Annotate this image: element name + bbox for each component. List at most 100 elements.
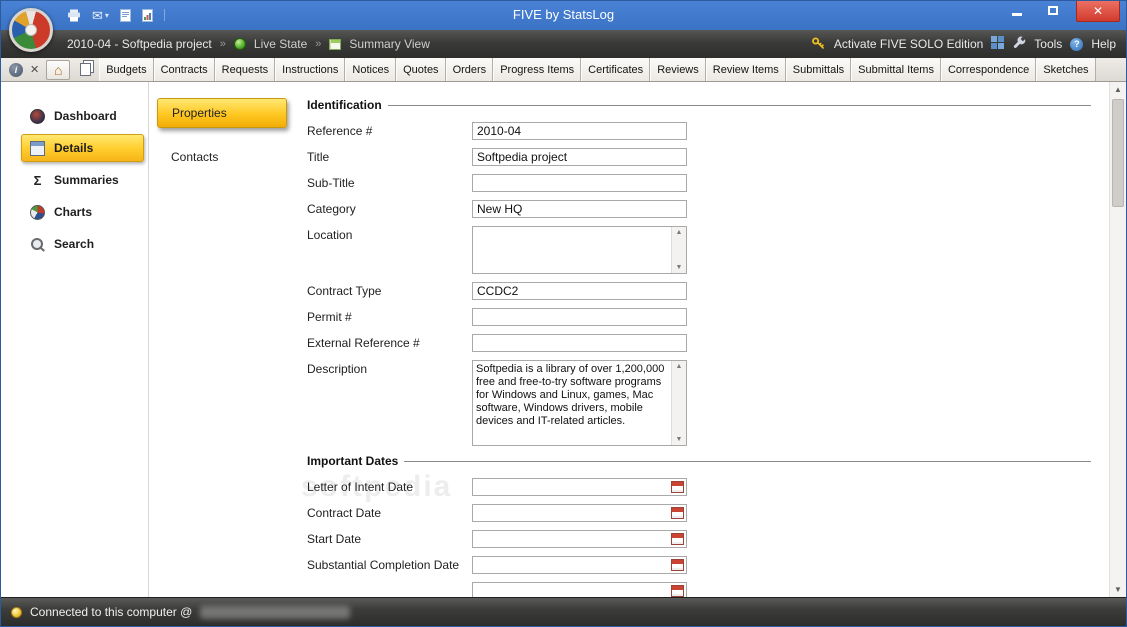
tab[interactable]: Certificates (581, 58, 651, 81)
tab[interactable]: Instructions (275, 58, 346, 81)
sidebar: Dashboard Details Σ Summaries Charts Sea… (1, 82, 149, 597)
vertical-scrollbar[interactable]: ▲ ▼ (1109, 82, 1126, 597)
calendar-icon[interactable] (671, 481, 684, 493)
textarea-scrollbar[interactable]: ▲ ▼ (671, 361, 686, 445)
section-divider (387, 105, 1091, 106)
sidebar-item-icon (30, 140, 45, 156)
scroll-up-icon[interactable]: ▲ (1110, 82, 1126, 97)
calendar-icon[interactable] (671, 533, 684, 545)
date-field (472, 582, 687, 597)
tab[interactable]: Contracts (153, 58, 215, 81)
print-icon[interactable] (67, 9, 81, 22)
email-icon[interactable]: ✉ ▾ (92, 9, 109, 22)
info-icon[interactable]: i (9, 62, 23, 77)
grid-icon[interactable] (991, 36, 1005, 52)
text-input[interactable] (472, 200, 687, 218)
text-input[interactable] (472, 334, 687, 352)
export-icon[interactable] (119, 8, 131, 22)
breadcrumb-project[interactable]: 2010-04 - Softpedia project (67, 37, 212, 51)
form-field-row: Letter of Intent Date (307, 478, 1091, 496)
date-input[interactable] (473, 480, 671, 494)
subnav-item[interactable]: Contacts (157, 142, 287, 172)
subnav-item[interactable]: Properties (157, 98, 287, 128)
report-icon[interactable] (141, 8, 153, 22)
breadcrumb-summary-view[interactable]: Summary View (349, 37, 429, 51)
breadcrumb-separator: » (315, 38, 322, 50)
redacted-status-detail (200, 605, 351, 619)
calendar-icon[interactable] (671, 507, 684, 519)
field-label: Start Date (307, 532, 362, 546)
scroll-down-icon[interactable]: ▼ (676, 436, 683, 443)
sidebar-item[interactable]: Dashboard (21, 102, 144, 130)
text-input[interactable] (472, 148, 687, 166)
sidebar-item[interactable]: Search (21, 230, 144, 258)
close-tab-icon[interactable]: ✕ (30, 63, 39, 76)
date-field (472, 478, 687, 496)
help-menu[interactable]: Help (1091, 37, 1116, 51)
form-field-row: Reference # 2010-04 ▲ ▼ (307, 122, 1091, 140)
textarea-scrollbar[interactable]: ▲ ▼ (671, 227, 686, 273)
date-input[interactable] (473, 558, 671, 572)
app-window: ✉ ▾ FIVE by StatsLog ✕ 2010-04 - Softped… (0, 0, 1127, 627)
tab[interactable]: Progress Items (493, 58, 582, 81)
tab[interactable]: Sketches (1036, 58, 1096, 81)
field-label: Sub-Title (307, 176, 355, 190)
tab[interactable]: Budgets (99, 58, 154, 81)
textarea-input[interactable]: ▲ ▼ (472, 226, 687, 274)
scroll-up-icon[interactable]: ▲ (676, 229, 683, 236)
text-input[interactable] (472, 122, 687, 140)
quick-access-toolbar: ✉ ▾ (67, 6, 1126, 24)
home-button[interactable]: ⌂ (46, 59, 71, 80)
wrench-icon (1012, 36, 1026, 53)
email-dropdown-icon[interactable]: ▾ (105, 11, 109, 20)
text-input[interactable] (472, 174, 687, 192)
form-field-row: Category New HQ ▲ ▼ (307, 200, 1091, 218)
status-bar: Connected to this computer @ (1, 597, 1126, 626)
maximize-button[interactable] (1040, 1, 1066, 20)
sidebar-item-icon (30, 204, 45, 220)
tab[interactable]: Orders (445, 58, 494, 81)
form-field-row: Contract Type CCDC2 ▲ ▼ (307, 282, 1091, 300)
tab[interactable]: Submittals (785, 58, 852, 81)
tools-menu[interactable]: Tools (1034, 37, 1062, 51)
form-field-row: Start Date (307, 530, 1091, 548)
tab[interactable]: Requests (214, 58, 276, 81)
sidebar-item-label: Charts (54, 205, 93, 219)
scroll-up-icon[interactable]: ▲ (676, 363, 683, 370)
lightbulb-icon (11, 606, 22, 618)
minimize-button[interactable] (1004, 1, 1030, 20)
text-input[interactable] (472, 308, 687, 326)
scroll-down-icon[interactable]: ▼ (1110, 582, 1126, 597)
scrollbar-thumb[interactable] (1112, 99, 1124, 207)
copy-pages-icon[interactable] (80, 63, 92, 76)
key-icon (811, 36, 826, 53)
tab[interactable]: Review Items (705, 58, 786, 81)
breadcrumb-live-state[interactable]: Live State (254, 37, 307, 51)
scroll-down-icon[interactable]: ▼ (676, 264, 683, 271)
app-logo[interactable] (9, 8, 53, 52)
date-input[interactable] (473, 506, 671, 520)
sidebar-item[interactable]: Details (21, 134, 144, 162)
close-button[interactable]: ✕ (1076, 1, 1120, 22)
textarea-input[interactable]: Softpedia is a library of over 1,200,000… (472, 360, 687, 446)
tab[interactable]: Notices (345, 58, 397, 81)
tab[interactable]: Correspondence (940, 58, 1037, 81)
sidebar-item[interactable]: Charts (21, 198, 144, 226)
activate-link[interactable]: Activate FIVE SOLO Edition (834, 37, 983, 51)
date-input[interactable] (473, 584, 671, 597)
text-input[interactable] (472, 282, 687, 300)
form-field-row (307, 582, 1091, 597)
tab[interactable]: Reviews (650, 58, 706, 81)
calendar-icon[interactable] (671, 559, 684, 571)
form-field-row: External Reference # ▲ ▼ (307, 334, 1091, 352)
section-title: Identification (307, 98, 382, 112)
important-dates-section-header: Important Dates (307, 454, 1091, 468)
tab[interactable]: Quotes (396, 58, 446, 81)
calendar-icon[interactable] (671, 585, 684, 597)
sidebar-item-label: Search (54, 237, 95, 251)
sidebar-item[interactable]: Σ Summaries (21, 166, 144, 194)
status-text: Connected to this computer @ (30, 605, 193, 619)
field-label: Permit # (307, 310, 352, 324)
date-input[interactable] (473, 532, 671, 546)
tab[interactable]: Submittal Items (851, 58, 941, 81)
